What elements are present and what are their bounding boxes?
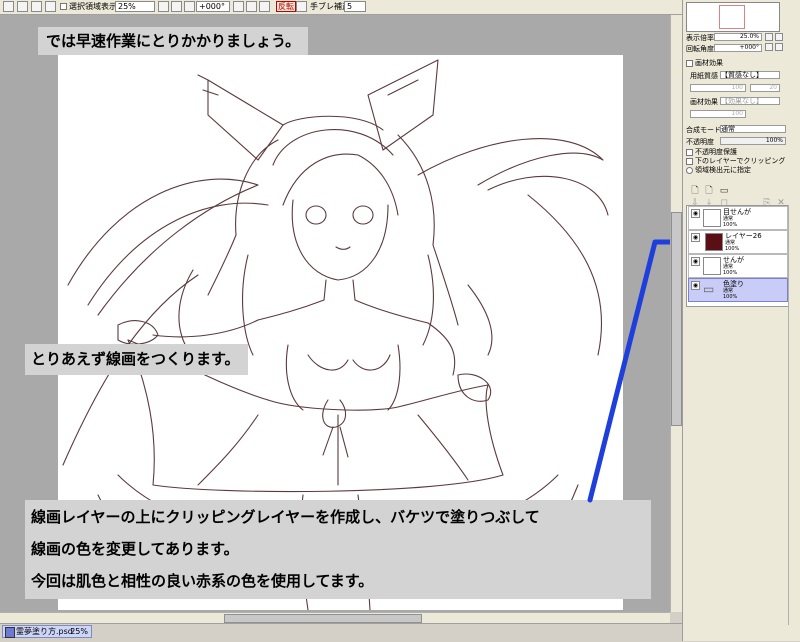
panel-rotate-left-icon[interactable] (765, 43, 773, 51)
new-folder-icon[interactable]: ▭ (719, 186, 729, 196)
brush-texture-select[interactable]: 【効果なし】 (720, 97, 780, 105)
blend-mode-select[interactable]: 通常 (720, 125, 786, 133)
file-tab-bar (0, 623, 682, 642)
layer-list-scrollbar[interactable] (788, 205, 799, 625)
open-file-icon[interactable] (17, 1, 28, 12)
annotation-line (587, 239, 683, 503)
save-file-icon[interactable] (31, 1, 42, 12)
layer-item-selected[interactable]: ◉ ▭ 色塗り 通常 100% (688, 278, 788, 302)
zoom-select[interactable]: 25% (115, 1, 155, 12)
brush-texture-label: 画材効果 (690, 98, 718, 106)
layer-name: せんが (723, 256, 744, 264)
paper-texture-scale[interactable]: 20 (750, 84, 780, 92)
layer-item[interactable]: ◉ 目せんが 通常 100% (688, 206, 788, 230)
file-tab[interactable]: 霊夢塗り方.psd 25% (2, 625, 92, 638)
layer-opacity: 100% (725, 246, 740, 252)
texture-section-title: 画材効果 (695, 59, 723, 67)
caption-clipping-line1: 線画レイヤーの上にクリッピングレイヤーを作成し、バケツで塗りつぶして (31, 508, 540, 526)
layer-name: レイヤー26 (725, 232, 762, 240)
visibility-eye-icon[interactable]: ◉ (691, 209, 700, 218)
clipping-label: 下のレイヤーでクリッピング (695, 157, 786, 165)
rotation-select[interactable]: +000° (196, 1, 230, 12)
texture-section-toggle[interactable] (686, 60, 693, 67)
clipping-checkbox[interactable] (686, 158, 693, 165)
visibility-eye-icon[interactable]: ◉ (691, 257, 700, 266)
rotate-left-icon[interactable] (233, 1, 244, 12)
navigator-preview[interactable] (686, 2, 780, 32)
vertical-scroll-thumb[interactable] (671, 212, 682, 426)
caption-clipping-box: 線画レイヤーの上にクリッピングレイヤーを作成し、バケツで塗りつぶして 線画の色を… (25, 500, 651, 599)
layer-thumbnail (705, 233, 723, 251)
layer-name: 色塗り (723, 280, 744, 288)
new-file-icon[interactable] (3, 1, 14, 12)
flip-button[interactable]: 反転 (276, 1, 296, 12)
layer-item[interactable]: ◉ せんが 通常 100% (688, 254, 788, 278)
panel-rotate-right-icon[interactable] (775, 43, 783, 51)
layer-opacity: 100% (723, 222, 738, 228)
horizontal-scroll-thumb[interactable] (224, 614, 422, 623)
paper-texture-label: 用紙質感 (690, 72, 718, 80)
blend-mode-label: 合成モード (686, 126, 721, 134)
opacity-protect-checkbox[interactable] (686, 149, 693, 156)
caption-clipping-line2: 線画の色を変更してあります。 (31, 540, 239, 558)
layer-thumbnail (703, 209, 721, 227)
undo-icon[interactable] (45, 1, 56, 12)
file-tab-zoom: 25% (70, 627, 88, 636)
panel-zoom-out-icon[interactable] (765, 33, 773, 41)
paper-texture-select[interactable]: 【質感なし】 (720, 71, 780, 79)
layer-opacity: 100% (723, 270, 738, 276)
opacity-protect-label: 不透明度保護 (695, 148, 737, 156)
new-layer-icon[interactable]: 🗋 (690, 186, 700, 196)
file-icon (5, 627, 15, 638)
opacity-slider[interactable]: 100% (720, 137, 786, 145)
layer-opacity: 100% (723, 294, 738, 300)
caption-intro: では早速作業にとりかかりましょう。 (38, 27, 309, 55)
region-source-radio[interactable] (686, 167, 693, 174)
select-area-label: 選択領域表示 (69, 2, 117, 11)
file-tab-name: 霊夢塗り方.psd (16, 627, 73, 636)
region-source-label: 領域検出元に指定 (695, 166, 751, 174)
top-toolbar: 選択領域表示 25% +000° 反転 手ブレ補正 5 (0, 0, 682, 15)
opacity-label: 不透明度 (686, 138, 714, 146)
navigator-viewport-frame (719, 5, 745, 29)
caption-clipping-line3: 今回は肌色と相性の良い赤系の色を使用してます。 (31, 572, 374, 590)
rotate-reset-icon[interactable] (259, 1, 270, 12)
panel-angle-label: 回転角度 (686, 45, 714, 53)
visibility-eye-icon[interactable]: ◉ (691, 281, 700, 290)
stabilizer-select[interactable]: 5 (344, 1, 366, 12)
panel-zoom-value[interactable]: 25.0% (714, 33, 762, 41)
new-linework-layer-icon[interactable]: 🗋 (704, 186, 714, 196)
rotate-right-icon[interactable] (246, 1, 257, 12)
panel-angle-value[interactable]: +000° (714, 44, 762, 52)
panel-zoom-label: 表示倍率 (686, 34, 714, 42)
caption-lineart: とりあえず線画をつくります。 (25, 344, 248, 375)
folder-icon: ▭ (703, 282, 715, 296)
paper-texture-amount[interactable]: 100 (690, 84, 746, 92)
zoom-in-icon[interactable] (171, 1, 182, 12)
zoom-reset-icon[interactable] (184, 1, 195, 12)
layer-thumbnail (703, 257, 721, 275)
stabilizer-icon (296, 1, 307, 12)
layer-name: 目せんが (723, 208, 751, 216)
panel-zoom-in-icon[interactable] (775, 33, 783, 41)
visibility-eye-icon[interactable]: ◉ (691, 233, 700, 242)
layer-item[interactable]: ◉ レイヤー26 通常 100% (688, 230, 788, 254)
zoom-out-icon[interactable] (158, 1, 169, 12)
select-area-checkbox[interactable] (60, 3, 67, 10)
brush-texture-amount[interactable]: 100 (690, 110, 746, 118)
